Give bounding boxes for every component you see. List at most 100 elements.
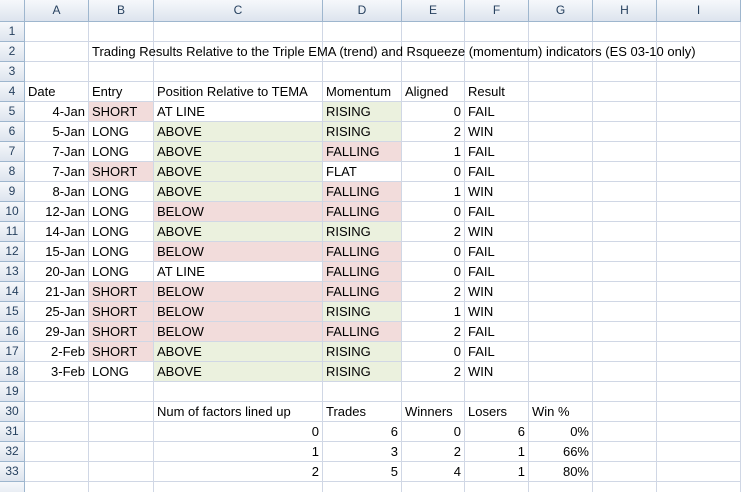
column-label[interactable]: Aligned [402, 82, 465, 102]
row-header[interactable]: 10 [0, 202, 25, 222]
summary-label[interactable]: Winners [402, 402, 465, 422]
grid-cell[interactable] [323, 62, 402, 82]
position-cell[interactable]: AT LINE [154, 262, 323, 282]
grid-cell[interactable] [529, 482, 593, 492]
entry-cell[interactable]: SHORT [89, 302, 154, 322]
grid-cell[interactable] [25, 62, 89, 82]
date-cell[interactable]: 25-Jan [25, 302, 89, 322]
grid-cell[interactable] [529, 302, 593, 322]
grid-cell[interactable] [593, 82, 657, 102]
select-all-corner[interactable] [0, 0, 25, 22]
date-cell[interactable]: 15-Jan [25, 242, 89, 262]
column-header-i[interactable]: I [657, 0, 741, 22]
date-cell[interactable]: 21-Jan [25, 282, 89, 302]
grid-cell[interactable] [593, 242, 657, 262]
momentum-cell[interactable]: RISING [323, 362, 402, 382]
entry-cell[interactable]: LONG [89, 182, 154, 202]
row-header[interactable]: 13 [0, 262, 25, 282]
position-cell[interactable]: BELOW [154, 302, 323, 322]
grid-cell[interactable] [529, 102, 593, 122]
row-header[interactable]: 7 [0, 142, 25, 162]
summary-cell[interactable]: 2 [154, 462, 323, 482]
grid-cell[interactable] [593, 442, 657, 462]
entry-cell[interactable]: LONG [89, 262, 154, 282]
grid-cell[interactable] [323, 382, 402, 402]
position-cell[interactable]: ABOVE [154, 182, 323, 202]
grid-cell[interactable] [25, 442, 89, 462]
summary-cell[interactable]: 6 [465, 422, 529, 442]
grid-cell[interactable] [657, 162, 741, 182]
summary-label[interactable]: Win % [529, 402, 593, 422]
result-cell[interactable]: FAIL [465, 342, 529, 362]
entry-cell[interactable]: SHORT [89, 102, 154, 122]
position-cell[interactable]: BELOW [154, 282, 323, 302]
grid-cell[interactable] [593, 142, 657, 162]
grid-cell[interactable] [529, 82, 593, 102]
entry-cell[interactable]: SHORT [89, 322, 154, 342]
grid-cell[interactable] [89, 62, 154, 82]
grid-cell[interactable] [89, 382, 154, 402]
result-cell[interactable]: FAIL [465, 242, 529, 262]
entry-cell[interactable]: LONG [89, 222, 154, 242]
aligned-cell[interactable]: 0 [402, 162, 465, 182]
grid-cell[interactable] [657, 122, 741, 142]
grid-cell[interactable] [402, 482, 465, 492]
momentum-cell[interactable]: FALLING [323, 202, 402, 222]
aligned-cell[interactable]: 1 [402, 142, 465, 162]
position-cell[interactable]: ABOVE [154, 222, 323, 242]
grid-cell[interactable] [323, 482, 402, 492]
result-cell[interactable]: WIN [465, 222, 529, 242]
grid-cell[interactable] [593, 202, 657, 222]
date-cell[interactable]: 2-Feb [25, 342, 89, 362]
summary-cell[interactable]: 3 [323, 442, 402, 462]
grid-cell[interactable] [529, 342, 593, 362]
summary-cell[interactable]: 1 [465, 442, 529, 462]
row-header[interactable]: 5 [0, 102, 25, 122]
date-cell[interactable]: 5-Jan [25, 122, 89, 142]
aligned-cell[interactable]: 2 [402, 282, 465, 302]
grid-cell[interactable] [89, 462, 154, 482]
grid-cell[interactable] [529, 182, 593, 202]
momentum-cell[interactable]: FALLING [323, 322, 402, 342]
grid-cell[interactable] [89, 442, 154, 462]
position-cell[interactable]: ABOVE [154, 162, 323, 182]
column-label[interactable]: Position Relative to TEMA [154, 82, 323, 102]
result-cell[interactable]: FAIL [465, 102, 529, 122]
grid-cell[interactable] [657, 362, 741, 382]
grid-cell[interactable] [529, 62, 593, 82]
summary-cell[interactable]: 0 [154, 422, 323, 442]
summary-cell[interactable]: 0 [402, 422, 465, 442]
grid-cell[interactable] [657, 182, 741, 202]
entry-cell[interactable]: LONG [89, 142, 154, 162]
column-header-b[interactable]: B [89, 0, 154, 22]
grid-cell[interactable] [529, 202, 593, 222]
row-header[interactable]: 30 [0, 402, 25, 422]
grid-cell[interactable] [529, 122, 593, 142]
row-header[interactable]: 16 [0, 322, 25, 342]
summary-label[interactable]: Num of factors lined up [154, 402, 323, 422]
entry-cell[interactable]: LONG [89, 362, 154, 382]
grid-cell[interactable] [593, 282, 657, 302]
date-cell[interactable]: 20-Jan [25, 262, 89, 282]
grid-cell[interactable] [593, 122, 657, 142]
grid-cell[interactable] [593, 462, 657, 482]
grid-cell[interactable] [593, 322, 657, 342]
grid-cell[interactable] [657, 402, 741, 422]
momentum-cell[interactable]: RISING [323, 122, 402, 142]
grid-cell[interactable] [402, 382, 465, 402]
grid-cell[interactable] [25, 402, 89, 422]
column-header-c[interactable]: C [154, 0, 323, 22]
position-cell[interactable]: BELOW [154, 242, 323, 262]
grid-cell[interactable] [529, 322, 593, 342]
result-cell[interactable]: WIN [465, 282, 529, 302]
column-header-d[interactable]: D [323, 0, 402, 22]
result-cell[interactable]: WIN [465, 182, 529, 202]
grid-cell[interactable] [323, 22, 402, 42]
summary-cell[interactable]: 66% [529, 442, 593, 462]
grid-cell[interactable] [657, 442, 741, 462]
row-header[interactable]: 31 [0, 422, 25, 442]
grid-cell[interactable] [657, 482, 741, 492]
entry-cell[interactable]: LONG [89, 202, 154, 222]
grid-cell[interactable] [154, 22, 323, 42]
grid-cell[interactable] [657, 22, 741, 42]
